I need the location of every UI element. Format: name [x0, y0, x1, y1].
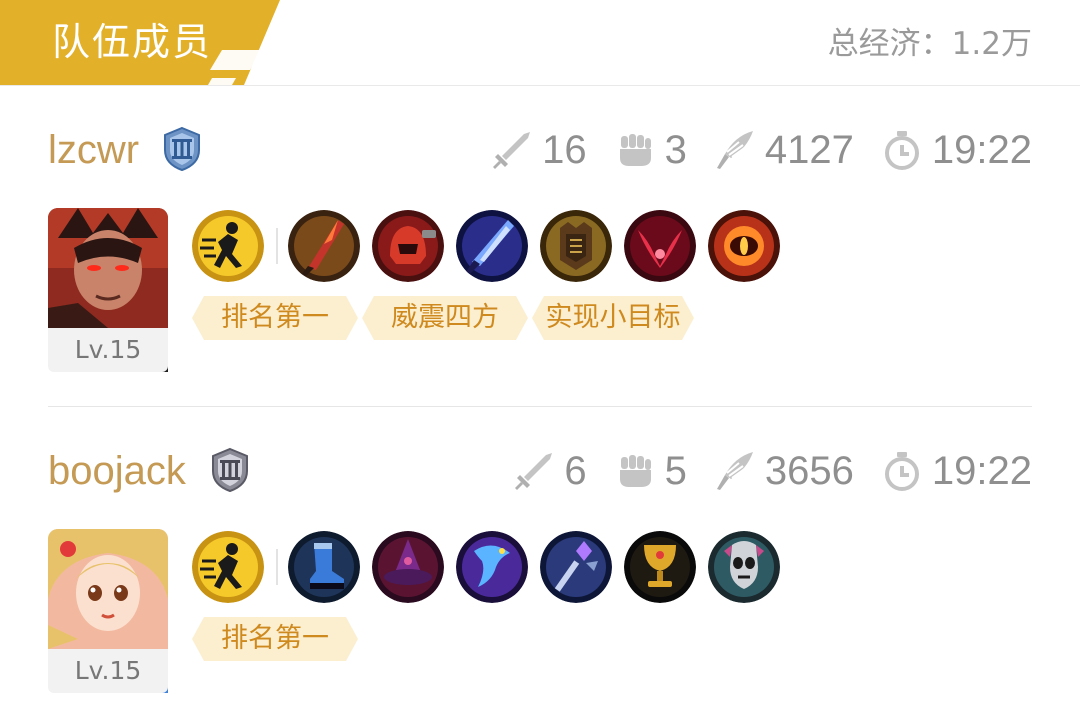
hero-avatar-card[interactable]: 我 Lv.15 — [48, 208, 168, 372]
team-header: 队伍成员 总经济：1.2万 — [0, 0, 1080, 86]
boots-of-speed-icon[interactable] — [192, 531, 264, 603]
avatar[interactable] — [48, 529, 168, 649]
crimson-horns-icon[interactable] — [624, 210, 696, 282]
assists-stat: 3 — [613, 124, 687, 176]
player-stats: 16 3 4127 19:22 — [464, 124, 1032, 176]
fist-icon — [619, 455, 651, 487]
dragon-staff-icon[interactable] — [456, 531, 528, 603]
achievement-tag: 排名第一 — [192, 617, 358, 661]
total-economy-label: 总经济：1.2万 — [827, 26, 1032, 62]
stopwatch-icon — [884, 452, 919, 491]
crystal-scepter-icon[interactable] — [540, 531, 612, 603]
blue-blade-icon[interactable] — [456, 210, 528, 282]
hero-level: Lv.15 — [48, 328, 168, 372]
blood-blade-icon[interactable] — [288, 210, 360, 282]
team-members-title: 队伍成员 — [52, 20, 213, 64]
kills-value: 16 — [542, 128, 587, 172]
player-name[interactable]: boojack — [48, 445, 186, 497]
item-divider — [276, 228, 278, 264]
hero-avatar-card[interactable]: 友 Lv.15 — [48, 529, 168, 693]
achievement-tag: 排名第一 — [192, 296, 358, 340]
hero-portrait-blonde-girl — [48, 529, 168, 649]
feather-blade-icon — [716, 131, 753, 169]
player-row[interactable]: lzcwr 16 3 4127 19:22 Lv.15 排名第一 威震四方 实现… — [0, 100, 1080, 400]
skull-mask-icon[interactable] — [708, 531, 780, 603]
player-name[interactable]: lzcwr — [48, 124, 139, 176]
sword-icon — [515, 453, 553, 490]
achievement-tag-label: 排名第一 — [221, 623, 329, 654]
damage-value: 3656 — [764, 449, 854, 493]
mage-hat-icon[interactable] — [372, 531, 444, 603]
achievement-tag-label: 威震四方 — [391, 302, 499, 333]
achievement-tag: 实现小目标 — [532, 296, 694, 340]
time-value: 19:22 — [931, 449, 1032, 493]
player-row[interactable]: boojack 6 5 3656 19:22 Lv.15 排名第一 — [0, 421, 1080, 721]
item-divider — [276, 549, 278, 585]
damage-stat: 3656 — [713, 445, 854, 497]
assists-stat: 5 — [613, 445, 687, 497]
boots-of-speed-icon[interactable] — [192, 210, 264, 282]
sword-icon — [493, 132, 531, 169]
fist-icon — [619, 134, 651, 166]
player-stats: 6 5 3656 19:22 — [486, 445, 1032, 497]
rank-badge-icon — [164, 126, 200, 172]
fire-eye-icon[interactable] — [708, 210, 780, 282]
hero-level: Lv.15 — [48, 649, 168, 693]
blue-boots-icon[interactable] — [288, 531, 360, 603]
time-stat: 19:22 — [880, 124, 1032, 176]
kills-value: 6 — [564, 449, 587, 493]
feather-blade-icon — [716, 452, 753, 490]
assists-value: 5 — [664, 449, 687, 493]
achievement-tag: 威震四方 — [362, 296, 528, 340]
time-value: 19:22 — [931, 128, 1032, 172]
damage-value: 4127 — [764, 128, 854, 172]
time-stat: 19:22 — [880, 445, 1032, 497]
avatar[interactable] — [48, 208, 168, 328]
hero-portrait-dark-warrior — [48, 208, 168, 328]
rank-badge-icon — [212, 447, 248, 493]
player-divider — [48, 406, 1032, 407]
golden-chalice-icon[interactable] — [624, 531, 696, 603]
damage-stat: 4127 — [713, 124, 854, 176]
stopwatch-icon — [884, 131, 919, 170]
gold-armor-icon[interactable] — [540, 210, 612, 282]
assists-value: 3 — [664, 128, 687, 172]
kills-stat: 6 — [512, 445, 587, 497]
achievement-tag-label: 排名第一 — [221, 302, 329, 333]
red-helmet-icon[interactable] — [372, 210, 444, 282]
kills-stat: 16 — [490, 124, 587, 176]
achievement-tag-label: 实现小目标 — [545, 302, 681, 333]
